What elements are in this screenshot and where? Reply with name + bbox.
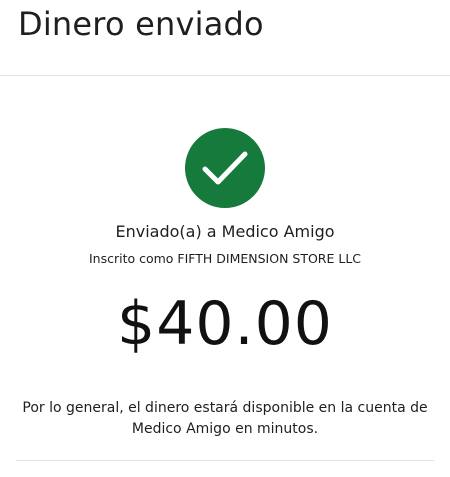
divider [16, 460, 434, 461]
page-title: Dinero enviado [18, 5, 264, 43]
availability-notice: Por lo general, el dinero estará disponi… [22, 400, 428, 437]
checkmark-icon [202, 151, 248, 185]
enrolled-as-text: Inscrito como FIFTH DIMENSION STORE LLC [88, 251, 362, 266]
check-circle-icon [185, 128, 265, 208]
recipient-name: Enviado(a) a Medico Amigo [115, 222, 335, 241]
amount-sent: $40.00 [117, 289, 333, 359]
header: Dinero enviado [0, 0, 450, 76]
